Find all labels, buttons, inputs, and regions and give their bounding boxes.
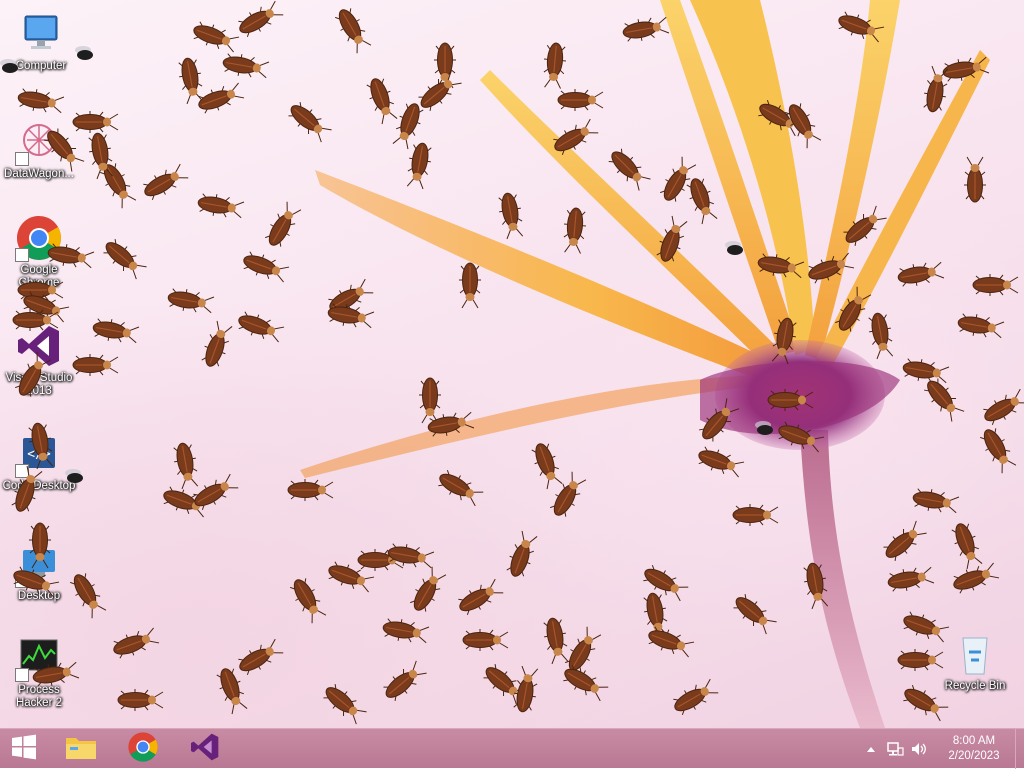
shortcut-arrow-icon — [15, 464, 29, 478]
visual-studio-icon — [15, 322, 63, 370]
taskbar-chrome[interactable] — [114, 729, 172, 769]
desktop-icon-label: Code Desktop — [2, 480, 76, 492]
visual-studio-icon — [189, 731, 221, 768]
desktop-icon-label: Recycle Bin — [944, 680, 1006, 692]
wallpaper-flower — [300, 0, 990, 728]
desktop-icon-label: Desktop — [17, 590, 61, 602]
datawagon-icon — [15, 118, 63, 166]
start-button[interactable] — [0, 729, 48, 769]
clock-time: 8:00 AM — [952, 735, 996, 747]
desktop-icon-code-desktop[interactable]: </> Code Desktop — [0, 430, 78, 493]
desktop-shortcut-icon — [15, 540, 63, 588]
desktop-icon-label: DataWagon... — [4, 168, 74, 180]
desktop-icon-process-hacker[interactable]: Process Hacker 2 — [0, 634, 78, 710]
shortcut-arrow-icon — [15, 248, 29, 262]
desktop-icon-recycle-bin[interactable]: Recycle Bin — [936, 630, 1014, 693]
taskbar-file-explorer[interactable] — [52, 729, 110, 769]
network-icon[interactable] — [885, 739, 905, 759]
folder-icon — [64, 732, 98, 767]
desktop[interactable]: Computer DataWagon... Google Chrome Visu… — [0, 0, 1024, 728]
speaker-icon[interactable] — [909, 739, 929, 759]
windows-logo-icon — [11, 734, 37, 765]
computer-icon — [17, 10, 65, 58]
clock-date: 2/20/2023 — [948, 750, 1000, 762]
taskbar: 8:00 AM 2/20/2023 — [0, 728, 1024, 769]
taskbar-clock[interactable]: 8:00 AM 2/20/2023 — [937, 734, 1011, 764]
shortcut-arrow-icon — [15, 152, 29, 166]
chevron-up-icon[interactable] — [861, 739, 881, 759]
desktop-icon-label: Visual Studio 2013 — [5, 372, 73, 397]
desktop-icon-visual-studio[interactable]: Visual Studio 2013 — [0, 322, 78, 398]
desktop-icon-computer[interactable]: Computer — [2, 10, 80, 73]
system-tray: 8:00 AM 2/20/2023 — [859, 729, 1024, 769]
process-hacker-icon — [15, 634, 63, 682]
show-desktop-button[interactable] — [1015, 729, 1024, 769]
desktop-icon-google-chrome[interactable]: Google Chrome — [0, 214, 78, 290]
shortcut-arrow-icon — [15, 574, 29, 588]
desktop-icon-desktop-shortcut[interactable]: Desktop — [0, 540, 78, 603]
desktop-icon-label: Computer — [15, 60, 67, 72]
recycle-bin-icon — [951, 630, 999, 678]
svg-text:</>: </> — [27, 447, 51, 462]
desktop-icon-datawagon[interactable]: DataWagon... — [0, 118, 78, 181]
code-icon: </> — [15, 430, 63, 478]
taskbar-visual-studio[interactable] — [176, 729, 234, 769]
shortcut-arrow-icon — [15, 668, 29, 682]
chrome-icon — [127, 731, 159, 768]
desktop-icon-label: Google Chrome — [18, 264, 60, 289]
desktop-icon-label: Process Hacker 2 — [15, 684, 63, 709]
chrome-icon — [15, 214, 63, 262]
